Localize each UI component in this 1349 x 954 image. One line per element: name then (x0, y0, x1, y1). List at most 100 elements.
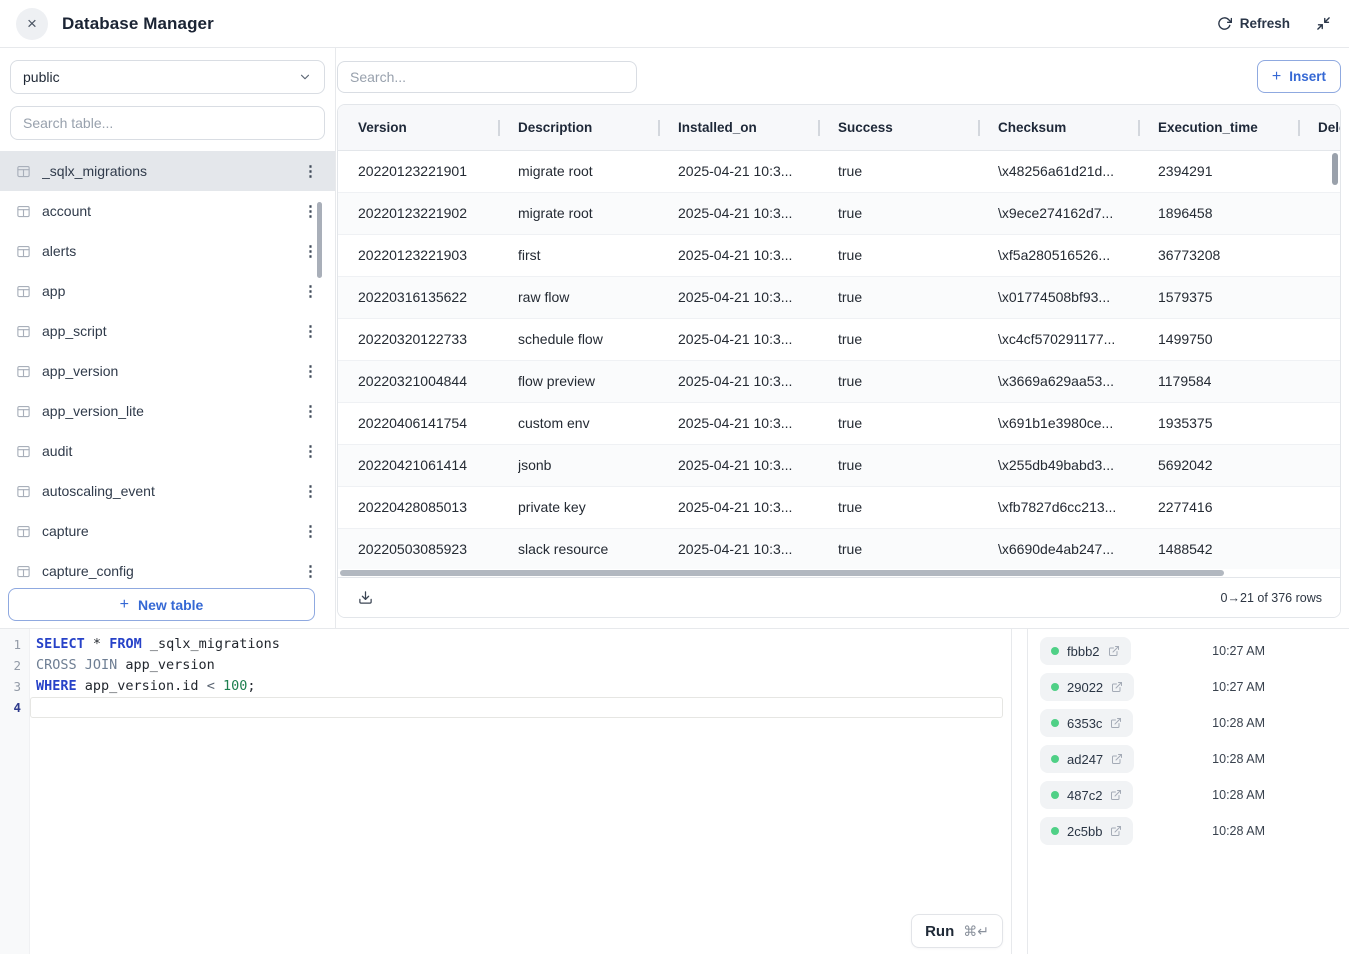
result-pill[interactable]: 487c2 (1040, 781, 1133, 809)
sidebar-item-label: autoscaling_event (42, 483, 300, 499)
column-header-success[interactable]: Success (838, 105, 998, 150)
table-icon (16, 524, 31, 539)
column-header-dele[interactable]: Dele (1318, 105, 1341, 150)
sidebar-item-label: _sqlx_migrations (42, 163, 300, 179)
result-pill[interactable]: ad247 (1040, 745, 1134, 773)
table-cell: 2025-04-21 10:3... (678, 277, 838, 318)
kebab-menu-icon[interactable]: ⋮ (300, 562, 321, 580)
close-button[interactable]: × (16, 8, 48, 40)
table-icon (16, 564, 31, 579)
sidebar-item-_sqlx_migrations[interactable]: _sqlx_migrations⋮ (0, 151, 335, 191)
external-link-icon[interactable] (1111, 753, 1123, 765)
external-link-icon[interactable] (1111, 681, 1123, 693)
table-cell: 20220421061414 (358, 445, 518, 486)
refresh-label: Refresh (1240, 16, 1290, 31)
kebab-menu-icon[interactable]: ⋮ (300, 162, 321, 180)
sidebar-item-app_script[interactable]: app_script⋮ (0, 311, 335, 351)
code-text[interactable]: CROSS JOIN app_version (30, 655, 1003, 676)
sidebar-item-audit[interactable]: audit⋮ (0, 431, 335, 471)
table-row[interactable]: 20220503085923slack resource2025-04-21 1… (338, 529, 1340, 569)
editor-lines: 1SELECT * FROM _sqlx_migrations2CROSS JO… (0, 634, 1011, 718)
sidebar-item-autoscaling_event[interactable]: autoscaling_event⋮ (0, 471, 335, 511)
search-input[interactable] (337, 61, 637, 93)
sidebar-item-app[interactable]: app⋮ (0, 271, 335, 311)
table-cell: true (838, 361, 998, 402)
insert-button[interactable]: + Insert (1257, 60, 1341, 93)
table-row[interactable]: 20220421061414jsonb2025-04-21 10:3...tru… (338, 445, 1340, 487)
sidebar-item-app_version[interactable]: app_version⋮ (0, 351, 335, 391)
kebab-menu-icon[interactable]: ⋮ (300, 522, 321, 540)
table-icon (16, 164, 31, 179)
sidebar-item-alerts[interactable]: alerts⋮ (0, 231, 335, 271)
table-cell: \x48256a61d21d... (998, 151, 1158, 192)
kebab-menu-icon[interactable]: ⋮ (300, 282, 321, 300)
code-text[interactable]: WHERE app_version.id < 100; (30, 676, 1003, 697)
table-row[interactable]: 20220406141754custom env2025-04-21 10:3.… (338, 403, 1340, 445)
horizontal-scrollbar[interactable] (340, 570, 1224, 576)
table-row[interactable]: 20220123221901migrate root2025-04-21 10:… (338, 151, 1340, 193)
sidebar-item-account[interactable]: account⋮ (0, 191, 335, 231)
kebab-menu-icon[interactable]: ⋮ (300, 442, 321, 460)
column-header-installed_on[interactable]: Installed_on (678, 105, 838, 150)
kebab-menu-icon[interactable]: ⋮ (300, 482, 321, 500)
table-cell: 20220428085013 (358, 487, 518, 528)
table-cell: flow preview (518, 361, 678, 402)
table-search-input[interactable] (10, 106, 325, 140)
schema-select[interactable]: public (10, 60, 325, 94)
code-text[interactable]: SELECT * FROM _sqlx_migrations (30, 634, 1003, 655)
sidebar-item-capture_config[interactable]: capture_config⋮ (0, 551, 335, 587)
results-panel: + Insert VersionDescriptionInstalled_onS… (336, 48, 1349, 628)
refresh-button[interactable]: Refresh (1217, 16, 1290, 31)
kebab-menu-icon[interactable]: ⋮ (300, 362, 321, 380)
sidebar-item-app_version_lite[interactable]: app_version_lite⋮ (0, 391, 335, 431)
run-button[interactable]: Run ⌘↵ (911, 914, 1003, 948)
table-cell: custom env (518, 403, 678, 444)
code-text[interactable] (30, 697, 1003, 718)
sql-editor[interactable]: 1SELECT * FROM _sqlx_migrations2CROSS JO… (0, 629, 1012, 954)
database-manager-window: × Database Manager Refresh public (0, 0, 1349, 954)
result-pill[interactable]: 2c5bb (1040, 817, 1133, 845)
sidebar: public _sqlx_migrations⋮account⋮alerts⋮a… (0, 48, 336, 628)
table-cell: 20220320122733 (358, 319, 518, 360)
refresh-icon (1217, 16, 1232, 31)
table-cell: 5692042 (1158, 445, 1318, 486)
table-cell: 20220123221902 (358, 193, 518, 234)
external-link-icon[interactable] (1110, 717, 1122, 729)
column-header-version[interactable]: Version (358, 105, 518, 150)
history-item: ad24710:28 AM (1040, 745, 1265, 773)
vertical-scrollbar[interactable] (1332, 153, 1338, 185)
editor-line: 4 (0, 697, 1011, 718)
external-link-icon[interactable] (1110, 825, 1122, 837)
sidebar-item-capture[interactable]: capture⋮ (0, 511, 335, 551)
kebab-menu-icon[interactable]: ⋮ (300, 322, 321, 340)
table-icon (16, 484, 31, 499)
result-pill[interactable]: 29022 (1040, 673, 1134, 701)
table-cell: \xc4cf570291177... (998, 319, 1158, 360)
sidebar-scrollbar[interactable] (317, 202, 322, 278)
result-pill[interactable]: 6353c (1040, 709, 1133, 737)
table-row[interactable]: 20220320122733schedule flow2025-04-21 10… (338, 319, 1340, 361)
column-header-description[interactable]: Description (518, 105, 678, 150)
result-id: fbbb2 (1067, 644, 1100, 659)
collapse-button[interactable] (1314, 14, 1333, 33)
table-row[interactable]: 20220123221902migrate root2025-04-21 10:… (338, 193, 1340, 235)
external-link-icon[interactable] (1110, 789, 1122, 801)
table-cell: \x3669a629aa53... (998, 361, 1158, 402)
result-id: 29022 (1067, 680, 1103, 695)
external-link-icon[interactable] (1108, 645, 1120, 657)
new-table-button[interactable]: + New table (8, 588, 315, 621)
table-row[interactable]: 20220428085013private key2025-04-21 10:3… (338, 487, 1340, 529)
table-row[interactable]: 20220316135622raw flow2025-04-21 10:3...… (338, 277, 1340, 319)
table-cell: true (838, 403, 998, 444)
result-pill[interactable]: fbbb2 (1040, 637, 1131, 665)
table-cell: 1179584 (1158, 361, 1318, 402)
result-id: 487c2 (1067, 788, 1102, 803)
column-header-execution_time[interactable]: Execution_time (1158, 105, 1318, 150)
table-row[interactable]: 20220321004844flow preview2025-04-21 10:… (338, 361, 1340, 403)
table-cell: 1579375 (1158, 277, 1318, 318)
result-id: 6353c (1067, 716, 1102, 731)
column-header-checksum[interactable]: Checksum (998, 105, 1158, 150)
download-button[interactable] (356, 588, 375, 607)
kebab-menu-icon[interactable]: ⋮ (300, 402, 321, 420)
table-row[interactable]: 20220123221903first2025-04-21 10:3...tru… (338, 235, 1340, 277)
